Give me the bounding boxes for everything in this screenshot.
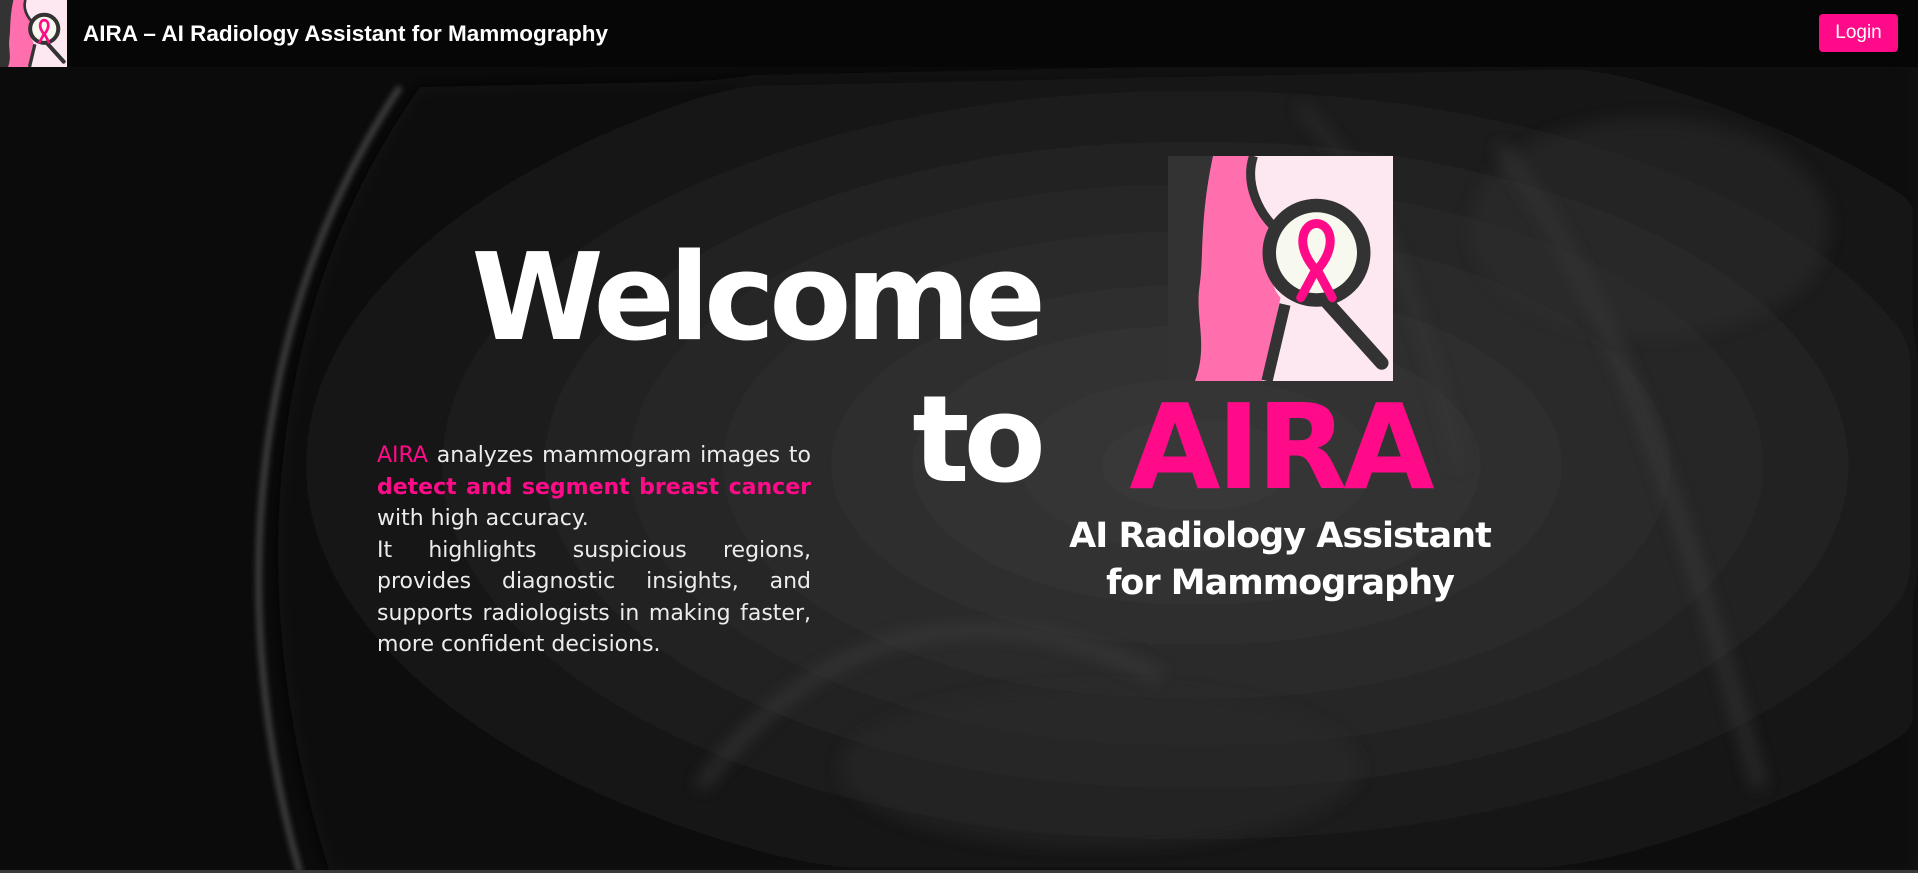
app-title: AIRA – AI Radiology Assistant for Mammog… bbox=[83, 20, 609, 46]
description-brand: AIRA bbox=[377, 443, 428, 468]
subtitle-line: AI Radiology Assistant bbox=[1069, 516, 1492, 556]
description-text: with high accuracy. bbox=[377, 506, 589, 531]
top-navbar: AIRA – AI Radiology Assistant for Mammog… bbox=[0, 0, 1918, 67]
description-text: analyzes mammogram images to bbox=[427, 443, 811, 468]
logo-icon[interactable] bbox=[0, 0, 67, 67]
description-paragraph: AIRA analyzes mammogram images to detect… bbox=[377, 440, 811, 661]
login-button[interactable]: Login bbox=[1819, 14, 1898, 52]
subtitle-line: for Mammography bbox=[1106, 563, 1455, 603]
welcome-line: Welcome bbox=[471, 229, 1046, 368]
brand-subtitle: AI Radiology Assistant for Mammography bbox=[1060, 513, 1500, 607]
aira-logo-icon bbox=[1168, 156, 1393, 381]
description-highlight: detect and segment breast cancer bbox=[377, 474, 811, 500]
brand-name: AIRA bbox=[1129, 378, 1434, 516]
description-text: It highlights suspicious regions, provid… bbox=[377, 537, 811, 658]
